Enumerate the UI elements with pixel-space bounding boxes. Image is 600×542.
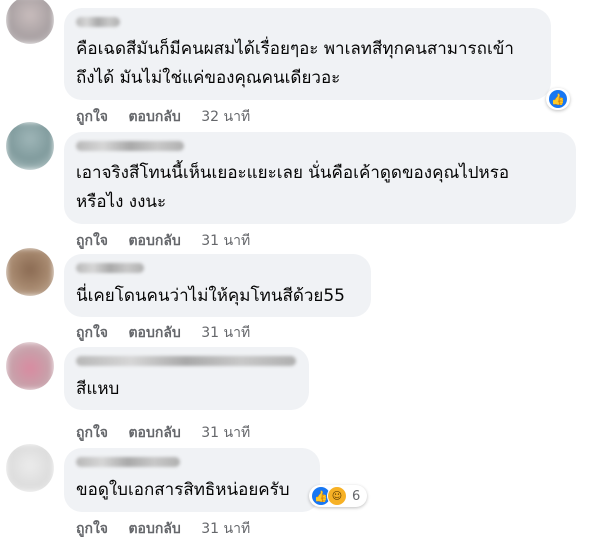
comment-text-line: เอาจริงสีโทนนี้เห็นเยอะแยะเลย นั่นคือเค้…	[76, 163, 510, 183]
timestamp[interactable]: 31 นาที	[201, 422, 250, 444]
reaction-badge[interactable]: 👍 ☺ 6	[309, 485, 368, 507]
comment-text-line: ขอดูใบเอกสารสิทธิหน่อยครับ	[76, 480, 290, 500]
like-button[interactable]: ถูกใจ	[76, 106, 108, 128]
timestamp[interactable]: 32 นาที	[201, 106, 250, 128]
reply-button[interactable]: ตอบกลับ	[128, 230, 180, 252]
reply-button[interactable]: ตอบกลับ	[128, 518, 180, 540]
avatar[interactable]	[6, 342, 54, 390]
like-icon: 👍	[549, 90, 567, 108]
commenter-name[interactable]	[76, 263, 144, 273]
reply-button[interactable]: ตอบกลับ	[128, 422, 180, 444]
comment-bubble: ขอดูใบเอกสารสิทธิหน่อยครับ	[64, 448, 320, 512]
timestamp[interactable]: 31 นาที	[201, 322, 250, 344]
commenter-name[interactable]	[76, 17, 120, 27]
timestamp[interactable]: 31 นาที	[201, 230, 250, 252]
comment-text-line: คือเฉดสีมันก็มีคนผสมได้เรื่อยๆอะ พาเลทสี…	[76, 39, 514, 59]
comment-bubble: คือเฉดสีมันก็มีคนผสมได้เรื่อยๆอะ พาเลทสี…	[64, 8, 551, 100]
reply-button[interactable]: ตอบกลับ	[128, 106, 180, 128]
avatar[interactable]	[6, 248, 54, 296]
reaction-badge[interactable]: 👍	[546, 88, 570, 110]
like-button[interactable]: ถูกใจ	[76, 230, 108, 252]
commenter-name[interactable]	[76, 457, 180, 467]
like-button[interactable]: ถูกใจ	[76, 322, 108, 344]
reaction-count: 6	[352, 488, 361, 504]
avatar[interactable]	[6, 444, 54, 492]
comment-text-line: หรือไง งงนะ	[76, 192, 167, 212]
like-button[interactable]: ถูกใจ	[76, 518, 108, 540]
comment-text-line: ถึงได้ มันไม่ใช่แค่ของคุณคนเดียวอะ	[76, 68, 341, 88]
like-button[interactable]: ถูกใจ	[76, 422, 108, 444]
reply-button[interactable]: ตอบกลับ	[128, 322, 180, 344]
haha-icon: ☺	[327, 486, 347, 506]
avatar[interactable]	[6, 122, 54, 170]
comment-bubble: นี่เคยโดนคนว่าไม่ให้คุมโทนสีด้วย55	[64, 254, 371, 317]
avatar[interactable]	[6, 0, 54, 44]
commenter-name[interactable]	[76, 141, 184, 151]
comment-text-line: สีแหบ	[76, 379, 120, 399]
comment-bubble: สีแหบ	[64, 347, 309, 410]
comment-bubble: เอาจริงสีโทนนี้เห็นเยอะแยะเลย นั่นคือเค้…	[64, 132, 576, 224]
commenter-name[interactable]	[76, 356, 296, 366]
timestamp[interactable]: 31 นาที	[201, 518, 250, 540]
comment-text-line: นี่เคยโดนคนว่าไม่ให้คุมโทนสีด้วย55	[76, 286, 345, 306]
